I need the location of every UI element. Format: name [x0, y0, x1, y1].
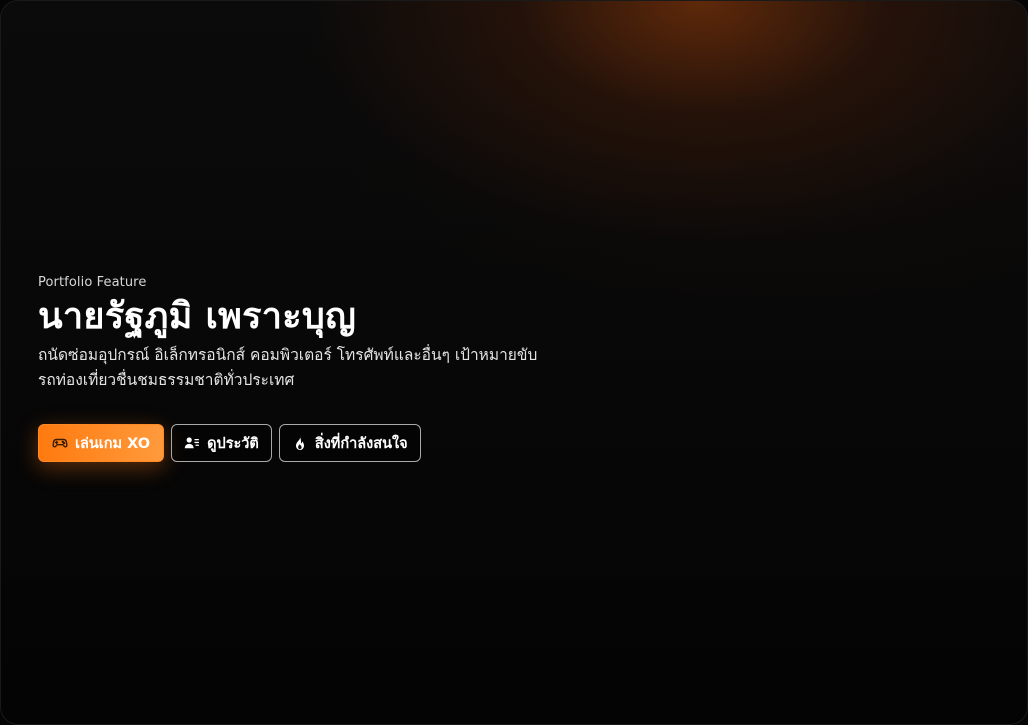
- play-xo-button-label: เล่นเกม XO: [75, 435, 151, 452]
- hero-actions: เล่นเกม XO ดูประวัติ สิ่งที่กำลังสนใจ: [38, 424, 421, 462]
- interests-button[interactable]: สิ่งที่กำลังสนใจ: [278, 424, 421, 462]
- hero-section: Portfolio Feature นายรัฐภูมิ เพราะบุญ ถน…: [0, 0, 1028, 725]
- view-profile-button[interactable]: ดูประวัติ: [171, 424, 272, 462]
- hero-content: Portfolio Feature นายรัฐภูมิ เพราะบุญ ถน…: [38, 275, 598, 393]
- play-xo-button[interactable]: เล่นเกม XO: [38, 424, 165, 462]
- profile-list-icon: [184, 435, 200, 451]
- view-profile-button-label: ดูประวัติ: [207, 435, 259, 452]
- hero-description: ถนัดซ่อมอุปกรณ์ อิเล็กทรอนิกส์ คอมพิวเตอ…: [38, 346, 538, 389]
- eyebrow-label: Portfolio Feature: [38, 275, 147, 290]
- gamepad-icon: [52, 435, 68, 451]
- fire-icon: [292, 435, 308, 451]
- person-name-heading: นายรัฐภูมิ เพราะบุญ: [38, 296, 357, 337]
- interests-button-label: สิ่งที่กำลังสนใจ: [314, 435, 408, 452]
